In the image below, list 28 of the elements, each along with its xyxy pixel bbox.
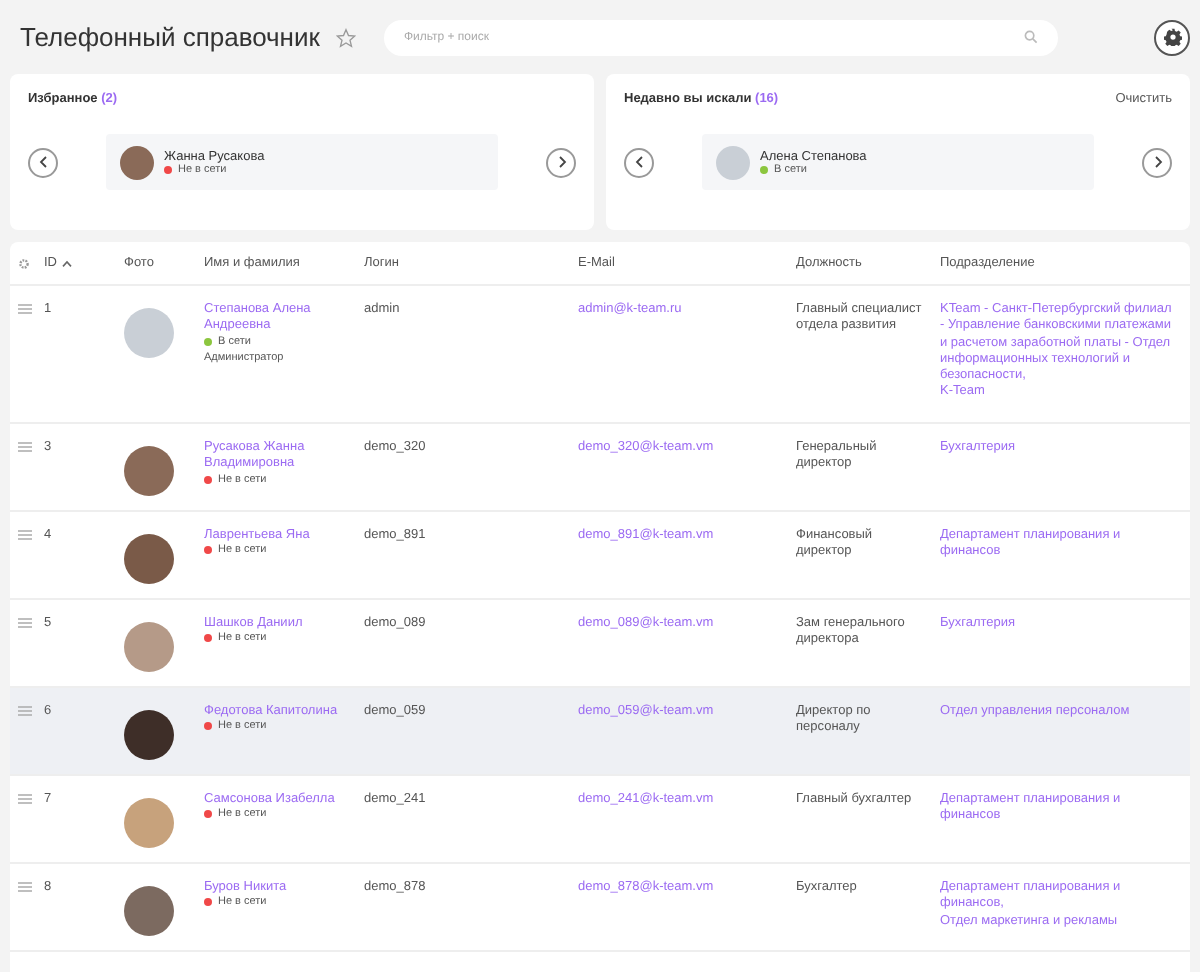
chevron-left-icon [37, 156, 49, 168]
star-icon[interactable] [335, 27, 356, 47]
avatar-photo [124, 710, 174, 760]
drag-handle-icon[interactable] [18, 706, 32, 716]
previous-button[interactable] [28, 147, 58, 177]
chevron-right-icon [1151, 156, 1163, 168]
drag-handle-icon[interactable] [18, 304, 32, 314]
next-button[interactable] [546, 147, 576, 177]
chevron-left-icon [633, 156, 645, 168]
avatar-photo [124, 886, 174, 936]
avatar-photo [124, 446, 174, 496]
next-button[interactable] [1142, 147, 1172, 177]
avatar-photo [124, 622, 174, 672]
chevron-right-icon [555, 156, 567, 168]
drag-handle-icon[interactable] [18, 530, 32, 540]
avatar-photo [124, 534, 174, 584]
drag-handle-icon[interactable] [18, 618, 32, 628]
avatar-photo [124, 308, 174, 358]
avatar-photo [120, 145, 154, 179]
search-icon [1024, 30, 1038, 44]
drag-handle-icon[interactable] [18, 442, 32, 452]
settings-button[interactable] [1154, 19, 1190, 55]
avatar-photo [716, 145, 750, 179]
avatar-photo [124, 798, 174, 848]
drag-handle-icon[interactable] [18, 794, 32, 804]
page-title: Телефонный справочник [20, 22, 320, 52]
drag-handle-icon[interactable] [18, 882, 32, 892]
previous-button[interactable] [624, 147, 654, 177]
